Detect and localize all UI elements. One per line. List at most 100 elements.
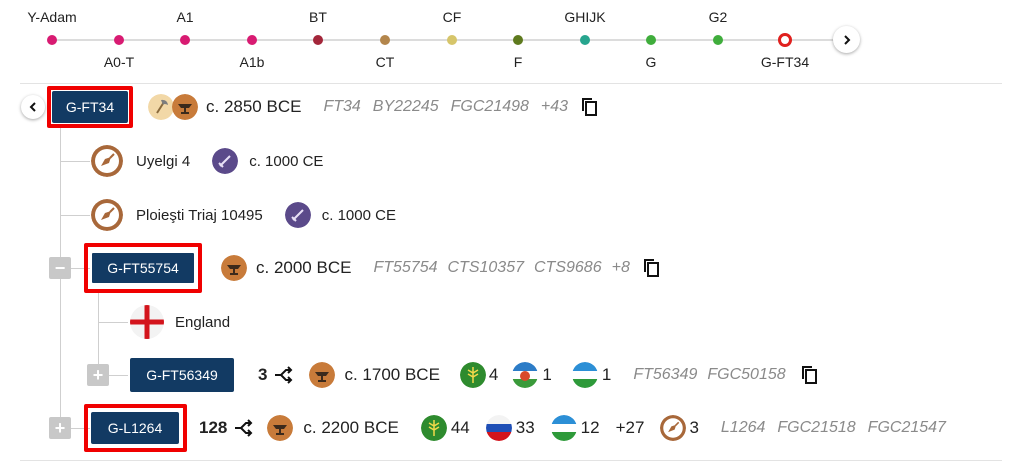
expand-button[interactable]: + [49,417,71,439]
node-row-g-ft56349: G-FT56349 3 c. 1700 BCE 4 1 1 FT56349 FG… [130,358,820,392]
copy-icon[interactable] [580,97,600,117]
age-text: c. 2200 BCE [303,418,399,437]
trowel-icon [91,145,123,177]
rail-label[interactable]: G [646,54,657,70]
snp-label: FGC21547 [867,419,946,436]
country-count: 4 [488,365,499,384]
age-text: c. 1000 CE [321,206,396,224]
root-node-row: G-FT34 c. 2850 BCE FT34 BY22245 FGC21498… [52,91,600,123]
rail-dot[interactable] [114,35,124,45]
node-row-g-l1264: G-L1264 128 c. 2200 BCE 44 33 12 +27 3 L… [91,412,946,444]
rail-label[interactable]: A1b [240,54,265,70]
rail-dot[interactable] [713,35,723,45]
anvil-icon [221,255,247,281]
rail-label[interactable]: CF [443,9,462,25]
anvil-icon [172,94,198,120]
more-countries-label[interactable]: +27 [616,418,645,438]
snp-label: CTS10357 [447,259,525,276]
sample-name[interactable]: Uyelgi 4 [136,153,190,170]
snp-more-label[interactable]: +8 [612,259,630,277]
russia-flag-icon [485,415,512,441]
branch-icon [275,366,293,384]
sword-icon [284,202,311,228]
branch-icon [235,419,253,437]
node-badge-g-ft55754[interactable]: G-FT55754 [91,252,195,284]
tree-connector [98,290,99,375]
age-text: c. 1000 CE [249,152,324,170]
sample-row: Ploieşti Triaj 10495 c. 1000 CE [91,199,396,231]
snp-label: CTS9686 [534,259,602,276]
age-text: c. 2850 BCE [206,97,302,116]
snp-label: FT55754 [373,259,438,276]
divider [20,460,1002,461]
rail-dot[interactable] [313,35,323,45]
sample-row: Uyelgi 4 c. 1000 CE [91,145,323,177]
country-count: 12 [580,418,600,437]
subclade-count: 128 [199,418,228,437]
snp-label: FT56349 [633,366,698,383]
trowel-icon [91,199,123,231]
country-row: England [130,305,230,339]
rail-dot[interactable] [180,35,190,45]
sword-icon [212,148,239,174]
sample-name[interactable]: Ploieşti Triaj 10495 [136,207,263,224]
rail-dot[interactable] [247,35,257,45]
age-text: c. 1700 BCE [344,365,440,384]
rail-label[interactable]: A1 [176,9,193,25]
rail-label[interactable]: F [514,54,523,70]
snp-label: FGC21498 [450,98,529,115]
rail-label[interactable]: G2 [709,9,728,25]
snp-more-label[interactable]: +43 [541,98,568,116]
expand-button[interactable]: + [87,364,109,386]
country-count: 1 [601,365,612,384]
rail-label[interactable]: BT [309,9,327,25]
snp-label: BY22245 [372,98,439,115]
node-badge-g-ft34[interactable]: G-FT34 [52,91,128,123]
karachay-cherkessia-flag-icon [550,415,577,441]
rail-label[interactable]: GHIJK [564,9,605,25]
tree-connector [60,161,90,162]
chevron-right-icon [843,34,850,45]
rail-dot[interactable] [447,35,457,45]
copy-icon[interactable] [642,258,662,278]
chevron-left-icon [29,102,36,112]
snp-label: L1264 [720,419,766,436]
rail-label[interactable]: A0-T [104,54,134,70]
tree-connector [60,215,90,216]
rail-dot[interactable] [47,35,57,45]
tree-connector [98,322,128,323]
snp-label: FGC21518 [777,419,856,436]
stone-axe-icon [148,94,174,120]
collapse-button[interactable]: − [49,257,71,279]
node-badge-g-ft56349[interactable]: G-FT56349 [130,358,234,392]
subclade-count: 3 [258,365,268,384]
country-count: 33 [515,418,535,437]
rail-next-button[interactable] [833,26,860,53]
age-text: c. 2000 BCE [256,258,352,277]
kabardino-balkaria-flag-icon [512,362,539,388]
anvil-icon [309,362,336,388]
country-name[interactable]: England [175,314,230,331]
country-count: 1 [542,365,552,384]
node-badge-g-l1264[interactable]: G-L1264 [91,412,179,444]
copy-icon[interactable] [800,365,820,385]
rail-dot[interactable] [513,35,523,45]
ancient-count: 3 [689,418,699,437]
rail-dot[interactable] [380,35,390,45]
rail-dot[interactable] [580,35,590,45]
back-button[interactable] [21,95,45,119]
adygea-flag-icon [420,415,447,441]
rail-label[interactable]: G-FT34 [761,54,809,70]
anvil-icon [267,415,294,441]
node-row-g-ft55754: G-FT55754 c. 2000 BCE FT55754 CTS10357 C… [91,252,662,284]
trowel-icon [660,415,687,441]
snp-label: FGC50158 [707,366,786,383]
rail-label[interactable]: CT [376,54,395,70]
rail-dot[interactable] [646,35,656,45]
rail-label[interactable]: Y-Adam [27,9,76,25]
divider [20,83,1002,84]
snp-label: FT34 [323,98,361,115]
rail-dot[interactable] [778,33,792,47]
karachay-cherkessia-flag-icon [571,362,598,388]
england-flag-icon [130,305,164,339]
